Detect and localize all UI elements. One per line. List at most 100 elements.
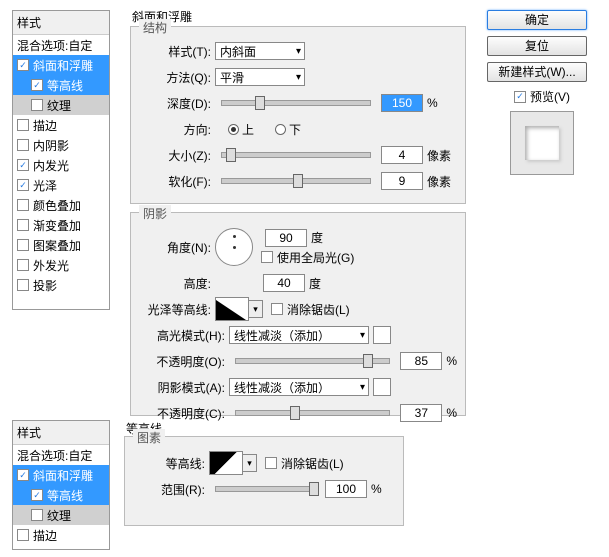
structure-title: 结构 xyxy=(139,19,171,36)
ok-button[interactable]: 确定 xyxy=(487,10,587,30)
soften-slider[interactable] xyxy=(221,178,371,184)
bevel-panel: 斜面和浮雕 结构 样式(T):内斜面 方法(Q):平滑 深度(D):150% 方… xyxy=(124,12,474,420)
style-item[interactable]: 内阴影 xyxy=(13,135,109,155)
style-checkbox[interactable] xyxy=(17,119,29,131)
style-label: 纹理 xyxy=(47,507,71,524)
contour-dropdown[interactable]: ▾ xyxy=(243,454,257,472)
style-checkbox[interactable] xyxy=(17,59,29,71)
blend-options-2[interactable]: 混合选项:自定 xyxy=(13,445,109,465)
style-checkbox[interactable] xyxy=(17,219,29,231)
style-item[interactable]: 描边 xyxy=(13,115,109,135)
shadow-title: 阴影 xyxy=(139,205,171,222)
right-panel: 确定 复位 新建样式(W)... 预览(V) xyxy=(487,10,597,181)
antialias-label: 消除锯齿(L) xyxy=(287,301,350,318)
depth-label: 深度(D): xyxy=(139,95,215,112)
style-label: 图案叠加 xyxy=(33,237,81,254)
style-label: 描边 xyxy=(33,527,57,544)
blend-options-label: 混合选项:自定 xyxy=(17,37,92,54)
style-checkbox[interactable] xyxy=(31,99,43,111)
style-checkbox[interactable] xyxy=(17,139,29,151)
shadow-opacity-input[interactable]: 37 xyxy=(400,404,442,422)
style-label: 等高线 xyxy=(47,77,83,94)
shadow-mode-dropdown[interactable]: 线性减淡（添加） xyxy=(229,378,369,396)
highlight-mode-dropdown[interactable]: 线性减淡（添加） xyxy=(229,326,369,344)
gloss-contour-label: 光泽等高线: xyxy=(139,301,215,318)
size-slider[interactable] xyxy=(221,152,371,158)
highlight-opacity-input[interactable]: 85 xyxy=(400,352,442,370)
shadow-opacity-label: 不透明度(C): xyxy=(139,405,229,422)
style-checkbox[interactable] xyxy=(31,79,43,91)
gloss-contour-dropdown[interactable]: ▾ xyxy=(249,300,263,318)
altitude-label: 高度: xyxy=(139,275,215,292)
direction-down-radio[interactable] xyxy=(275,124,286,135)
style-item[interactable]: 内发光 xyxy=(13,155,109,175)
style-checkbox[interactable] xyxy=(17,179,29,191)
antialias-checkbox[interactable] xyxy=(271,303,283,315)
shadow-opacity-slider[interactable] xyxy=(235,410,390,416)
highlight-opacity-slider[interactable] xyxy=(235,358,390,364)
range-label: 范围(R): xyxy=(133,481,209,498)
style-checkbox[interactable] xyxy=(17,529,29,541)
angle-input[interactable]: 90 xyxy=(265,229,307,247)
style-label: 等高线 xyxy=(47,487,83,504)
style-label: 内发光 xyxy=(33,157,69,174)
style-label: 颜色叠加 xyxy=(33,197,81,214)
new-style-button[interactable]: 新建样式(W)... xyxy=(487,62,587,82)
style-checkbox[interactable] xyxy=(17,279,29,291)
style-item[interactable]: 纹理 xyxy=(13,95,109,115)
highlight-color-swatch[interactable] xyxy=(373,326,391,344)
style-checkbox[interactable] xyxy=(17,159,29,171)
style-item[interactable]: 外发光 xyxy=(13,255,109,275)
style-item[interactable]: 投影 xyxy=(13,275,109,295)
style-item[interactable]: 描边 xyxy=(13,525,109,545)
soften-input[interactable]: 9 xyxy=(381,172,423,190)
style-item[interactable]: 斜面和浮雕 xyxy=(13,465,109,485)
style-item[interactable]: 光泽 xyxy=(13,175,109,195)
style-checkbox[interactable] xyxy=(17,259,29,271)
gloss-contour-picker[interactable] xyxy=(215,297,249,321)
global-light-label: 使用全局光(G) xyxy=(277,249,354,266)
style-label: 样式(T): xyxy=(139,43,215,60)
method-label: 方法(Q): xyxy=(139,69,215,86)
style-item[interactable]: 纹理 xyxy=(13,505,109,525)
style-item[interactable]: 渐变叠加 xyxy=(13,215,109,235)
style-item[interactable]: 图案叠加 xyxy=(13,235,109,255)
style-label: 描边 xyxy=(33,117,57,134)
global-light-checkbox[interactable] xyxy=(261,251,273,263)
blend-options[interactable]: 混合选项:自定 xyxy=(13,35,109,55)
style-checkbox[interactable] xyxy=(31,489,43,501)
style-label: 渐变叠加 xyxy=(33,217,81,234)
contour-picker[interactable] xyxy=(209,451,243,475)
range-slider[interactable] xyxy=(215,486,315,492)
style-dropdown[interactable]: 内斜面 xyxy=(215,42,305,60)
style-label: 纹理 xyxy=(47,97,71,114)
style-checkbox[interactable] xyxy=(17,469,29,481)
shadow-group: 阴影 角度(N): 90度 使用全局光(G) 高度:40度 光泽等高线:▾消除锯… xyxy=(130,212,466,416)
angle-dial[interactable] xyxy=(215,228,253,266)
shadow-color-swatch[interactable] xyxy=(373,378,391,396)
style-item[interactable]: 等高线 xyxy=(13,75,109,95)
style-item[interactable]: 等高线 xyxy=(13,485,109,505)
size-input[interactable]: 4 xyxy=(381,146,423,164)
style-checkbox[interactable] xyxy=(31,509,43,521)
direction-up-radio[interactable] xyxy=(228,124,239,135)
style-item[interactable]: 颜色叠加 xyxy=(13,195,109,215)
reset-button[interactable]: 复位 xyxy=(487,36,587,56)
style-item[interactable]: 斜面和浮雕 xyxy=(13,55,109,75)
style-label: 光泽 xyxy=(33,177,57,194)
styles-header: 样式 xyxy=(13,11,109,35)
style-label: 投影 xyxy=(33,277,57,294)
style-checkbox[interactable] xyxy=(17,199,29,211)
depth-input[interactable]: 150 xyxy=(381,94,423,112)
depth-slider[interactable] xyxy=(221,100,371,106)
style-label: 斜面和浮雕 xyxy=(33,57,93,74)
direction-label: 方向: xyxy=(139,121,215,138)
contour-label: 等高线: xyxy=(133,455,209,472)
altitude-input[interactable]: 40 xyxy=(263,274,305,292)
style-label: 内阴影 xyxy=(33,137,69,154)
method-dropdown[interactable]: 平滑 xyxy=(215,68,305,86)
contour-antialias-checkbox[interactable] xyxy=(265,457,277,469)
style-checkbox[interactable] xyxy=(17,239,29,251)
range-input[interactable]: 100 xyxy=(325,480,367,498)
preview-checkbox[interactable] xyxy=(514,91,526,103)
